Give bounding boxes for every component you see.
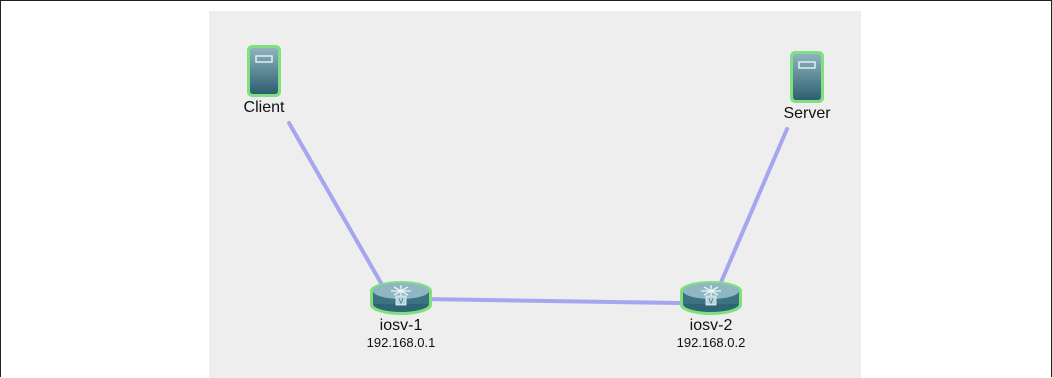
- node-server-label: Server: [783, 105, 831, 122]
- node-client[interactable]: Client: [227, 43, 301, 117]
- router-icon: V: [370, 281, 432, 315]
- server-tower-icon: [247, 45, 281, 97]
- server-tower-icon: [790, 51, 824, 103]
- link-iosv1-iosv2[interactable]: [421, 297, 681, 305]
- node-iosv-2-label: iosv-2: [689, 317, 733, 334]
- window-frame: Client Server V iosv-1 192.168.0.1 V ios…: [0, 0, 1052, 378]
- node-iosv-1-ip: 192.168.0.1: [366, 335, 436, 350]
- node-iosv-2[interactable]: V iosv-2 192.168.0.2: [655, 279, 767, 350]
- router-badge: V: [709, 299, 714, 306]
- node-iosv-1[interactable]: V iosv-1 192.168.0.1: [345, 279, 457, 350]
- node-iosv-1-label: iosv-1: [379, 317, 423, 334]
- node-server[interactable]: Server: [767, 49, 847, 123]
- link-client-iosv1[interactable]: [287, 121, 383, 285]
- topology-canvas[interactable]: Client Server V iosv-1 192.168.0.1 V ios…: [209, 11, 861, 378]
- link-iosv2-server[interactable]: [717, 127, 789, 289]
- node-client-label: Client: [243, 99, 285, 116]
- router-badge: V: [399, 299, 404, 306]
- node-iosv-2-ip: 192.168.0.2: [676, 335, 746, 350]
- router-icon: V: [680, 281, 742, 315]
